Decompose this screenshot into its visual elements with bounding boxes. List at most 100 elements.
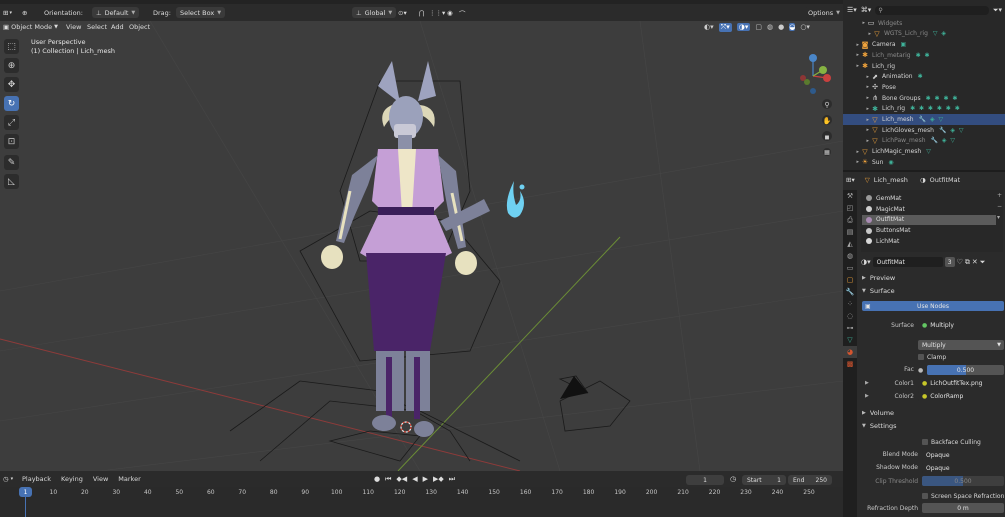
options-dropdown[interactable]: Options ▼ <box>804 4 844 21</box>
wireframe-shading-icon[interactable]: ◍ <box>767 23 773 31</box>
navigation-gizmo[interactable]: ⚲ ✋ ◼ ▦ <box>795 36 840 156</box>
playback-menu[interactable]: Playback <box>22 475 51 483</box>
scale-tool[interactable]: ⤢ <box>4 115 19 130</box>
tab-modifiers[interactable]: 🔧 <box>843 286 857 298</box>
clip-threshold-slider[interactable]: 0.500 <box>922 476 1004 486</box>
material-slot[interactable]: LichMat <box>862 236 996 247</box>
drag-dropdown[interactable]: Select Box ▼ <box>176 4 226 21</box>
rendered-shading-icon[interactable]: ○▾ <box>800 23 810 31</box>
tab-collection[interactable]: ▭ <box>843 262 857 274</box>
material-browse-icon[interactable]: ◑▾ <box>861 258 871 266</box>
outliner-search-field[interactable]: ⚲ <box>875 5 989 15</box>
start-frame-field[interactable]: Start 1 <box>742 475 786 485</box>
timeline-editor-type[interactable]: ◷ ▾ <box>3 474 13 484</box>
orientation-dropdown[interactable]: ⊥ Default ▼ <box>92 4 140 21</box>
outliner-row[interactable]: ▸ ⋔ Bone Groups ✱ ✱ ✱ ✱ <box>843 93 1005 104</box>
outliner-item-data-icons[interactable]: ▽ <box>926 148 932 155</box>
tab-texture[interactable]: ▩ <box>843 358 857 370</box>
tab-object[interactable]: ▢ <box>843 274 857 286</box>
cursor-tool[interactable]: ⊕ <box>4 58 19 73</box>
tab-world[interactable]: ◍ <box>843 250 857 262</box>
solid-shading-icon[interactable]: ● <box>778 23 784 31</box>
visibility-icon[interactable]: ◐▾ <box>704 23 714 31</box>
menu-add[interactable]: Add <box>111 21 124 32</box>
material-slot[interactable]: OutfitMat <box>862 214 996 226</box>
view-menu[interactable]: View <box>93 475 108 483</box>
record-icon[interactable]: ● <box>374 475 380 483</box>
mode-dropdown[interactable]: ▣ Object Mode ▼ <box>3 21 58 32</box>
playhead-frame-indicator[interactable]: 1 <box>19 487 32 497</box>
outliner-row[interactable]: ▸ ▽ Lich_mesh 🔧 ◈ ▽ <box>843 114 1005 125</box>
expand-arrow-icon[interactable]: ▸ <box>843 149 861 155</box>
outliner-item-data-icons[interactable]: 🔧 ◈ ▽ <box>931 137 957 144</box>
display-mode-icon[interactable]: ⌘▾ <box>861 6 872 14</box>
outliner-row[interactable]: ▸ ▽ LichPaw_mesh 🔧 ◈ ▽ <box>843 136 1005 147</box>
add-slot-icon[interactable]: + <box>997 190 1002 201</box>
transform-pivot-button[interactable]: ⊕ <box>22 4 27 21</box>
outliner-row[interactable]: ▸ ✱ Lich_rig ✱ ✱ ✱ ✱ ✱ ✱ <box>843 104 1005 115</box>
expand-arrow-icon[interactable]: ▸ <box>843 31 873 37</box>
outliner-row[interactable]: ▸ ▽ LichMagic_mesh ▽ <box>843 146 1005 157</box>
expand-triangle-icon[interactable]: ▶ <box>865 380 869 386</box>
prev-keyframe-icon[interactable]: ◆◀ <box>396 475 407 483</box>
filter-icon[interactable]: ⏷ <box>980 258 986 267</box>
backface-culling-checkbox[interactable]: Backface Culling <box>922 437 981 447</box>
filter-icon[interactable]: ⏷▾ <box>993 6 1002 15</box>
settings-panel-header[interactable]: ▼ Settings <box>858 420 1005 432</box>
transform-tool[interactable]: ⊡ <box>4 134 19 149</box>
outliner-item-data-icons[interactable]: ✱ <box>918 73 924 80</box>
outliner-item-data-icons[interactable]: 🔧 ◈ ▽ <box>919 116 945 123</box>
expand-arrow-icon[interactable]: ▸ <box>843 20 867 26</box>
outliner-item-data-icons[interactable]: ✱ ✱ ✱ ✱ ✱ ✱ <box>910 105 961 112</box>
outliner-item-data-icons[interactable]: ✱ ✱ <box>916 52 931 59</box>
play-icon[interactable]: ▶ <box>423 475 428 483</box>
expand-arrow-icon[interactable]: ▸ <box>843 95 871 101</box>
menu-select[interactable]: Select <box>87 21 107 32</box>
outliner-row[interactable]: ▸ ◙ Camera ▣ <box>843 39 1005 50</box>
tab-tool[interactable]: ⚒ <box>843 190 857 202</box>
slot-specials-icon[interactable]: ▾ <box>997 212 1002 223</box>
expand-arrow-icon[interactable]: ▸ <box>843 84 871 90</box>
annotate-tool[interactable]: ✎ <box>4 155 19 170</box>
outliner-row[interactable]: ▸ ☀ Sun ◉ <box>843 157 1005 168</box>
surface-panel-header[interactable]: ▼ Surface <box>858 285 1005 297</box>
x-axis-handle[interactable] <box>823 74 831 82</box>
outliner-row[interactable]: ▸ ▭ Widgets <box>843 18 1005 29</box>
outliner-item-data-icons[interactable]: ▣ <box>901 41 908 48</box>
gizmo-toggle-icon[interactable]: ⤧▾ <box>718 22 732 32</box>
preview-range-icon[interactable]: ◷ <box>730 475 736 483</box>
transform-orientation-dropdown[interactable]: ⊥ Global ▼ <box>352 4 397 21</box>
end-frame-field[interactable]: End 250 <box>788 475 832 485</box>
current-frame-field[interactable]: 1 <box>686 475 724 485</box>
3d-cursor-icon[interactable] <box>400 421 412 433</box>
select-box-tool[interactable]: ⬚ <box>4 39 19 54</box>
expand-arrow-icon[interactable]: ▸ <box>843 42 861 48</box>
pivot-point-dropdown[interactable]: ⊙▾ <box>398 4 407 21</box>
tab-particles[interactable]: ⁘ <box>843 298 857 310</box>
color1-field[interactable]: ● LichOutfitTex.png <box>918 378 1004 388</box>
xray-icon[interactable]: ▢ <box>755 23 762 31</box>
expand-arrow-icon[interactable]: ▸ <box>843 117 871 123</box>
outliner-row[interactable]: ▸ ▽ LichGloves_mesh 🔧 ◈ ▽ <box>843 125 1005 136</box>
preview-panel-header[interactable]: ▶ Preview <box>858 272 1005 284</box>
proportional-edit-toggle[interactable]: ◉ <box>447 4 453 21</box>
shadow-mode-dropdown[interactable]: Opaque <box>922 463 1004 473</box>
menu-object[interactable]: Object <box>129 21 150 32</box>
overlay-toggle-icon[interactable]: ◑▾ <box>736 23 751 31</box>
outliner-item-data-icons[interactable]: 🔧 ◈ ▽ <box>939 127 965 134</box>
play-reverse-icon[interactable]: ◀ <box>412 475 417 483</box>
use-nodes-button[interactable]: ▣ Use Nodes <box>862 301 1004 311</box>
editor-type-icon[interactable]: ☰▾ <box>847 6 857 14</box>
duplicate-icon[interactable]: ⧉ <box>965 258 970 267</box>
volume-panel-header[interactable]: ▶ Volume <box>858 407 1005 419</box>
marker-menu[interactable]: Marker <box>118 475 140 483</box>
ssr-checkbox[interactable]: Screen Space Refraction <box>922 491 1004 501</box>
outliner-row[interactable]: ▸ ✱ Lich_rig <box>843 61 1005 72</box>
tab-data[interactable]: ▽ <box>843 334 857 346</box>
tab-material[interactable]: ◕ <box>843 346 857 358</box>
outliner-item-data-icons[interactable]: ◉ <box>888 159 894 166</box>
editor-type-button[interactable]: ⊞ ▾ <box>3 4 12 21</box>
fac-slider[interactable]: 0.500 <box>927 365 1004 375</box>
material-slot[interactable]: GemMat <box>862 193 996 204</box>
next-keyframe-icon[interactable]: ▶◆ <box>433 475 444 483</box>
